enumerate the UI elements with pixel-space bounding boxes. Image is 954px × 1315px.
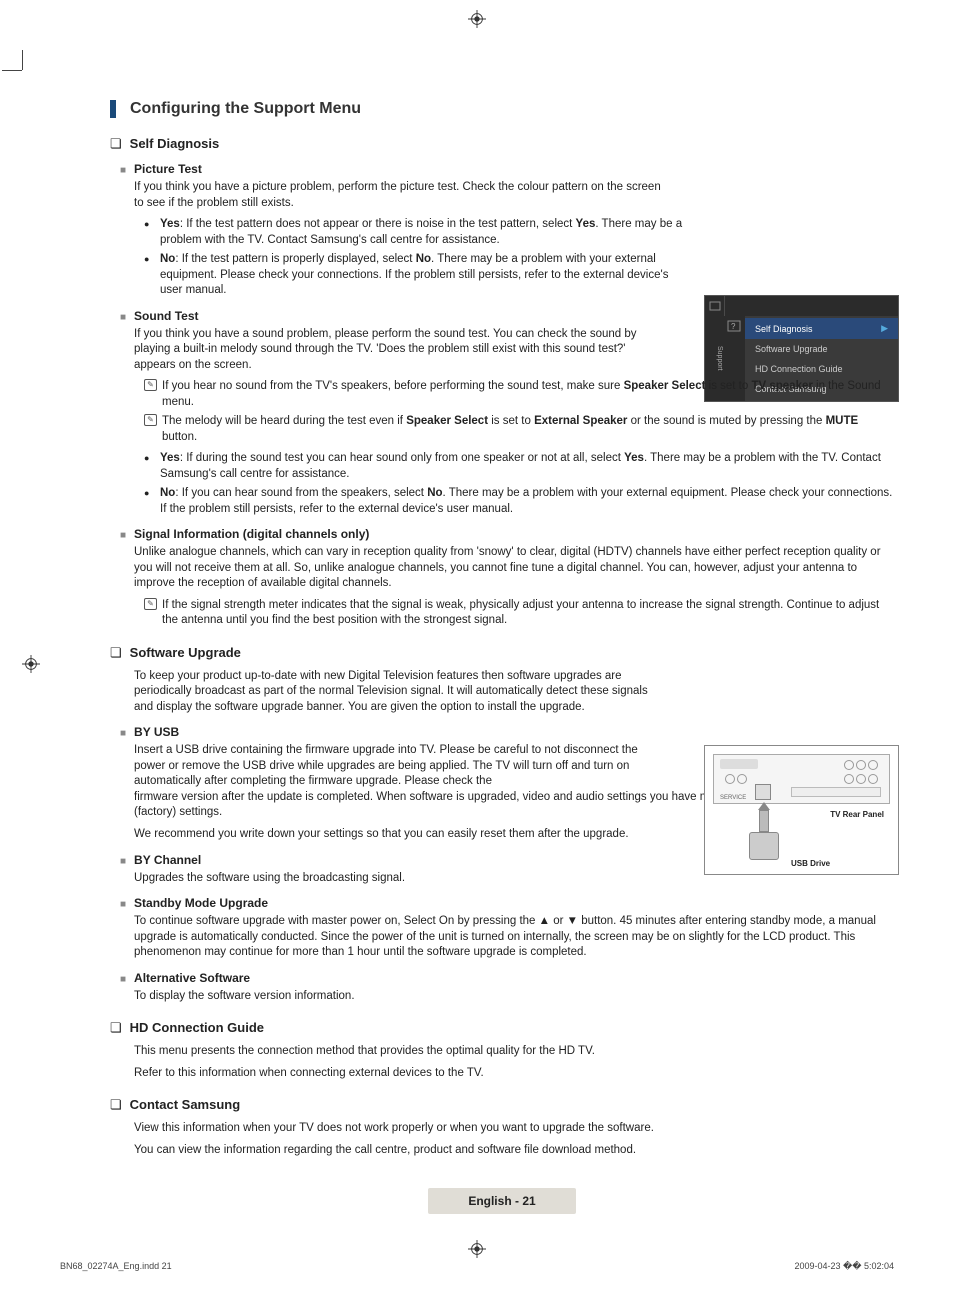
subheading-label: BY Channel — [134, 853, 201, 867]
subheading-alt-software: ■ Alternative Software — [120, 971, 894, 985]
list-item: Yes: If during the sound test you can he… — [144, 451, 894, 482]
subheading-label: Picture Test — [134, 162, 202, 176]
square-bullet-icon: ■ — [120, 312, 126, 323]
heading-software-upgrade: ❏ Software Upgrade — [110, 645, 894, 661]
osd-tab-icon — [705, 296, 725, 316]
body-text: To keep your product up-to-date with new… — [134, 669, 664, 716]
note-item: ✎The melody will be heard during the tes… — [144, 414, 894, 445]
outline-box-icon: ❏ — [110, 1020, 122, 1036]
diagram-label: USB Drive — [791, 859, 830, 868]
main-column: Configuring the Support Menu Support ? S… — [110, 100, 894, 1214]
square-bullet-icon: ■ — [120, 856, 126, 867]
outline-box-icon: ❏ — [110, 136, 122, 152]
subheading-signal-info: ■ Signal Information (digital channels o… — [120, 527, 894, 541]
note-icon: ✎ — [144, 379, 157, 391]
square-bullet-icon: ■ — [120, 899, 126, 910]
heading-hd-guide: ❏ HD Connection Guide — [110, 1020, 894, 1036]
svg-text:?: ? — [731, 322, 736, 331]
imprint-footer: BN68_02274A_Eng.indd 21 2009-04-23 �� 5:… — [60, 1261, 894, 1272]
registration-mark-bottom — [468, 1240, 486, 1258]
subheading-picture-test: ■ Picture Test — [120, 162, 894, 176]
note-icon: ✎ — [144, 598, 157, 610]
outline-box-icon: ❏ — [110, 1097, 122, 1113]
subheading-label: Signal Information (digital channels onl… — [134, 527, 369, 541]
body-text: To continue software upgrade with master… — [134, 914, 894, 961]
accent-bar — [110, 100, 116, 118]
subheading-by-usb: ■ BY USB — [120, 725, 894, 739]
square-bullet-icon: ■ — [120, 530, 126, 541]
subheading-standby: ■ Standby Mode Upgrade — [120, 896, 894, 910]
crop-mark — [22, 50, 23, 70]
body-text: If the signal strength meter indicates t… — [162, 599, 879, 627]
osd-item: Software Upgrade — [745, 339, 898, 359]
section-header: Configuring the Support Menu — [110, 100, 894, 118]
square-bullet-icon: ■ — [120, 728, 126, 739]
square-bullet-icon: ■ — [120, 974, 126, 985]
body-text: : If the test pattern does not appear or… — [160, 218, 682, 246]
osd-item-label: Self Diagnosis — [755, 324, 813, 334]
body-text: : If the test pattern is properly displa… — [160, 253, 668, 296]
usb-drive-icon — [749, 832, 779, 860]
body-text: Unlike analogue channels, which can vary… — [134, 545, 894, 592]
body-text: You can view the information regarding t… — [134, 1143, 894, 1159]
body-text: Refer to this information when connectin… — [134, 1066, 894, 1082]
registration-mark-top — [468, 10, 486, 28]
page-footer: English - 21 — [110, 1188, 894, 1214]
note-item: ✎If you hear no sound from the TV's spea… — [144, 379, 894, 410]
usb-port — [755, 784, 771, 800]
list-item: No: If you can hear sound from the speak… — [144, 486, 894, 517]
usb-cable — [757, 802, 771, 830]
body-text: To display the software version informat… — [134, 989, 894, 1005]
outline-box-icon: ❏ — [110, 645, 122, 661]
section-title: Configuring the Support Menu — [130, 100, 361, 118]
osd-item-selected: Self Diagnosis ▶ — [745, 318, 898, 339]
tv-rear-panel: SERVICE — [713, 754, 890, 804]
list-item: No: If the test pattern is properly disp… — [144, 252, 684, 299]
registration-mark-left — [22, 655, 40, 673]
body-text: If you think you have a picture problem,… — [134, 180, 664, 211]
page-number-box: English - 21 — [428, 1188, 575, 1214]
doc-timestamp: 2009-04-23 �� 5:02:04 — [794, 1261, 894, 1272]
subheading-label: Standby Mode Upgrade — [134, 896, 268, 910]
heading-contact: ❏ Contact Samsung — [110, 1097, 894, 1113]
heading-self-diagnosis: ❏ Self Diagnosis — [110, 136, 894, 152]
note-icon: ✎ — [144, 414, 157, 426]
heading-label: Software Upgrade — [130, 645, 241, 660]
diagram-label: TV Rear Panel — [830, 810, 884, 819]
subheading-label: Alternative Software — [134, 971, 250, 985]
square-bullet-icon: ■ — [120, 165, 126, 176]
osd-item: HD Connection Guide — [745, 359, 898, 379]
crop-mark — [2, 70, 22, 71]
subheading-label: Sound Test — [134, 309, 198, 323]
doc-filename: BN68_02274A_Eng.indd 21 — [60, 1261, 172, 1272]
heading-label: HD Connection Guide — [130, 1020, 264, 1035]
usb-diagram: SERVICE TV Rear Panel USB Drive — [704, 745, 899, 875]
body-text: This menu presents the connection method… — [134, 1044, 894, 1060]
body-text: View this information when your TV does … — [134, 1121, 894, 1137]
subheading-label: BY USB — [134, 725, 179, 739]
body-text: If you think you have a sound problem, p… — [134, 327, 664, 374]
heading-label: Contact Samsung — [130, 1097, 241, 1112]
list-item: Yes: If the test pattern does not appear… — [144, 217, 684, 248]
page: Configuring the Support Menu Support ? S… — [0, 0, 954, 1280]
chevron-right-icon: ▶ — [881, 323, 888, 334]
note-item: ✎ If the signal strength meter indicates … — [144, 598, 894, 629]
heading-label: Self Diagnosis — [130, 136, 220, 151]
